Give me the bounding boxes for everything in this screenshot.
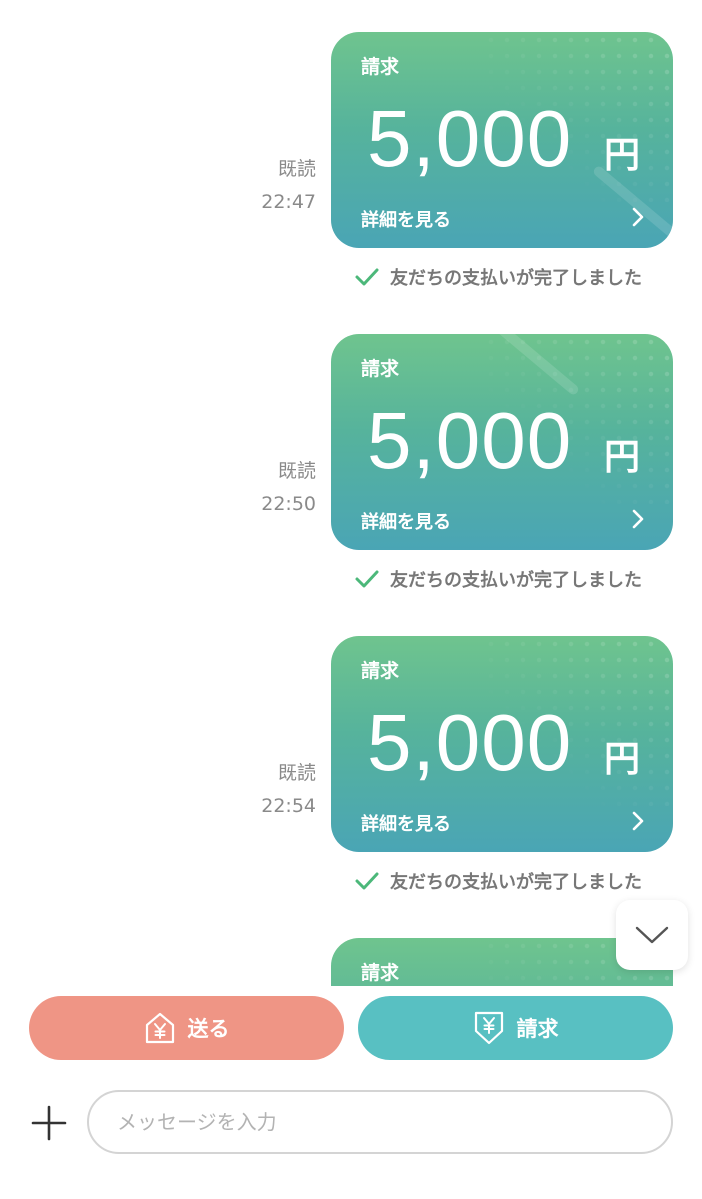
card-currency: 円 bbox=[604, 135, 641, 176]
scroll-to-bottom-button[interactable] bbox=[616, 900, 688, 970]
message-time: 22:47 bbox=[261, 191, 316, 213]
message-composer bbox=[0, 1090, 702, 1156]
view-details-link[interactable]: 詳細を見る bbox=[361, 508, 451, 534]
card-currency: 円 bbox=[604, 437, 641, 478]
payment-status: 友だちの支払いが完了しました bbox=[354, 868, 642, 894]
checkmark-icon bbox=[355, 570, 379, 588]
payment-status: 友だちの支払いが完了しました bbox=[354, 264, 642, 290]
payment-status-text: 友だちの支払いが完了しました bbox=[390, 268, 642, 289]
read-receipt: 既読 bbox=[277, 762, 316, 784]
message-item: 既読 22:47 請求 5,000 円 詳細を見る 友だちの支払いが完了しました bbox=[0, 0, 702, 300]
send-money-label: 送る bbox=[187, 1017, 230, 1041]
message-item: 請求 bbox=[0, 906, 702, 986]
plus-icon[interactable] bbox=[30, 1104, 68, 1142]
card-type-label: 請求 bbox=[361, 962, 400, 984]
checkmark-icon bbox=[355, 268, 379, 286]
chevron-right-icon bbox=[632, 811, 644, 831]
payment-request-card[interactable]: 請求 5,000 円 詳細を見る bbox=[331, 32, 673, 248]
card-currency: 円 bbox=[604, 739, 641, 780]
message-input[interactable] bbox=[87, 1090, 673, 1154]
chat-area[interactable]: 既読 22:47 請求 5,000 円 詳細を見る 友だちの支払いが完了しました… bbox=[0, 0, 702, 986]
payment-status-text: 友だちの支払いが完了しました bbox=[390, 872, 642, 893]
view-details-link[interactable]: 詳細を見る bbox=[361, 810, 451, 836]
message-item: 既読 22:54 請求 5,000 円 詳細を見る 友だちの支払いが完了しました bbox=[0, 604, 702, 904]
read-receipt: 既読 bbox=[277, 158, 316, 180]
payment-status: 友だちの支払いが完了しました bbox=[354, 566, 642, 592]
payment-action-bar: 送る 請求 bbox=[0, 996, 702, 1062]
chevron-down-icon bbox=[635, 926, 669, 944]
house-yen-icon bbox=[145, 1012, 174, 1044]
payment-request-card[interactable]: 請求 5,000 円 詳細を見る bbox=[331, 636, 673, 852]
request-money-label: 請求 bbox=[516, 1017, 559, 1041]
arrow-yen-icon bbox=[474, 1011, 503, 1045]
view-details-link[interactable]: 詳細を見る bbox=[361, 206, 451, 232]
message-time: 22:54 bbox=[261, 795, 316, 817]
card-amount: 5,000 bbox=[367, 94, 573, 183]
message-item: 既読 22:50 請求 5,000 円 詳細を見る 友だちの支払いが完了しました bbox=[0, 302, 702, 602]
payment-status-text: 友だちの支払いが完了しました bbox=[390, 570, 642, 591]
chevron-right-icon bbox=[632, 509, 644, 529]
chevron-right-icon bbox=[632, 207, 644, 227]
card-type-label: 請求 bbox=[361, 56, 400, 78]
checkmark-icon bbox=[355, 872, 379, 890]
message-time: 22:50 bbox=[261, 493, 316, 515]
request-money-button[interactable]: 請求 bbox=[358, 996, 673, 1060]
card-amount: 5,000 bbox=[367, 698, 573, 787]
card-type-label: 請求 bbox=[361, 358, 400, 380]
send-money-button[interactable]: 送る bbox=[29, 996, 344, 1060]
card-amount: 5,000 bbox=[367, 396, 573, 485]
card-type-label: 請求 bbox=[361, 660, 400, 682]
read-receipt: 既読 bbox=[277, 460, 316, 482]
message-meta: 既読 22:54 bbox=[261, 757, 316, 823]
payment-request-card[interactable]: 請求 5,000 円 詳細を見る bbox=[331, 334, 673, 550]
message-meta: 既読 22:50 bbox=[261, 455, 316, 521]
message-meta: 既読 22:47 bbox=[261, 153, 316, 219]
